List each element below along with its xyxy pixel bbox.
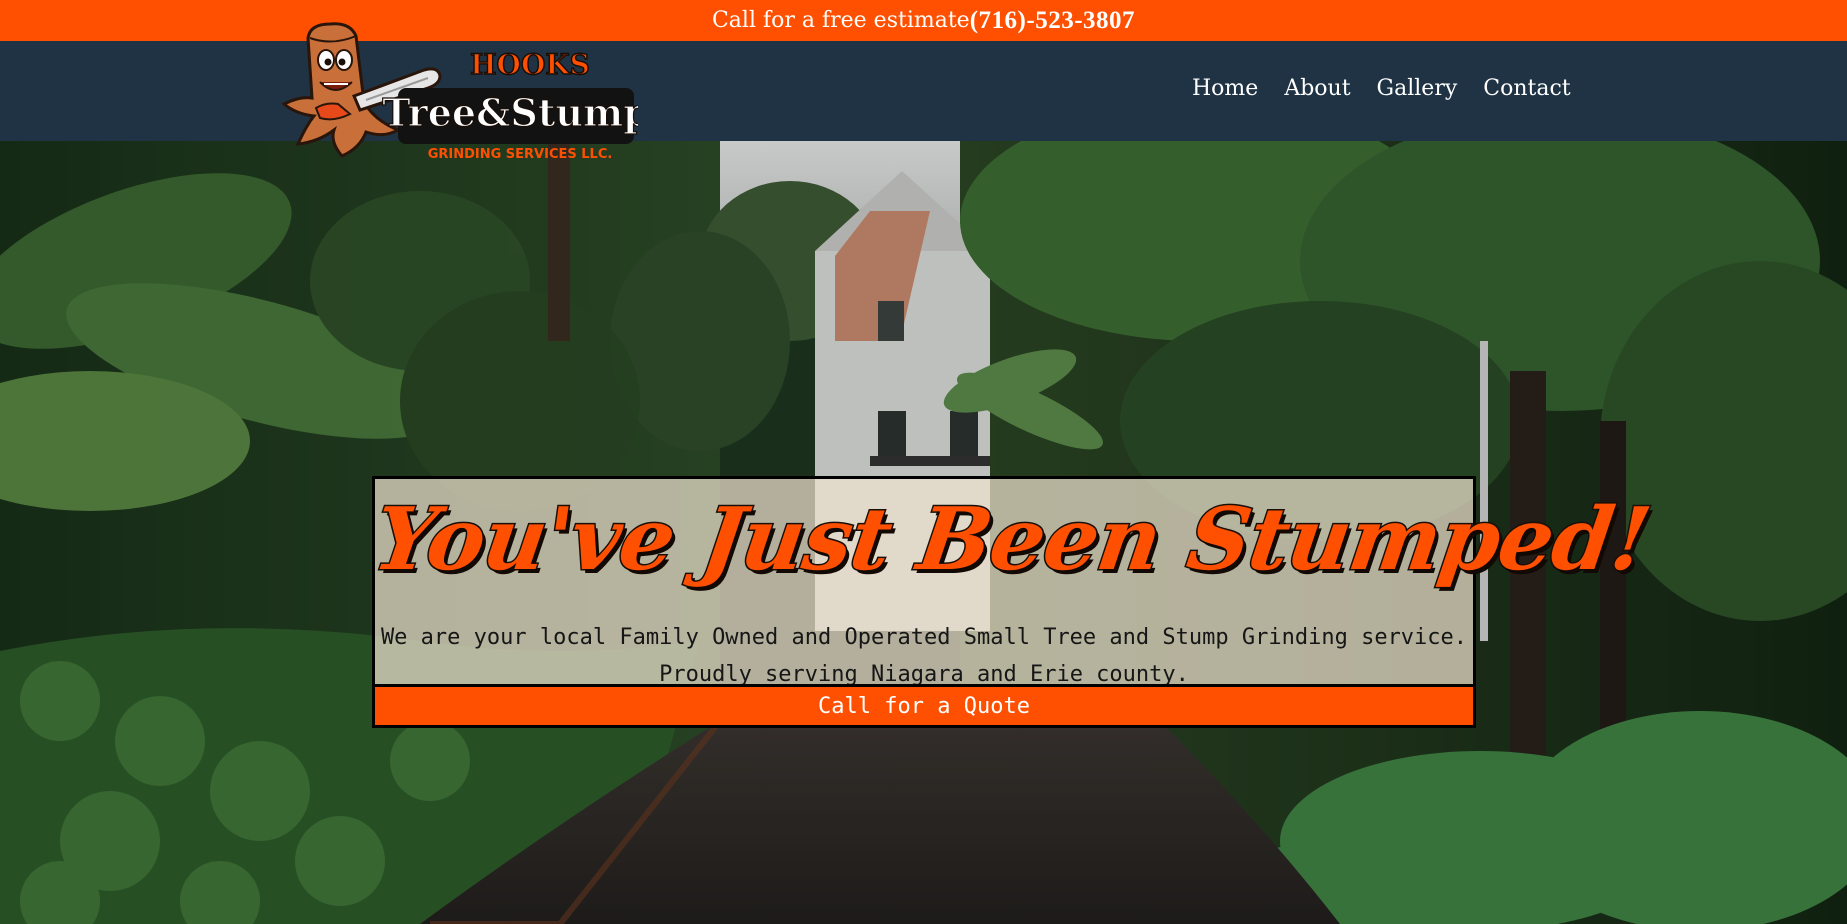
phone-link[interactable]: (716)-523-3807 [970,7,1135,35]
nav-home[interactable]: Home [1192,76,1258,101]
logo-wordmark: HOOKS Tree&Stump GRINDING SERVICES LLC. [382,47,651,162]
hero-headline: You've Just Been Stumped! [366,488,1657,592]
call-for-quote-button[interactable]: Call for a Quote [375,684,1473,725]
logo-graphic: HOOKS Tree&Stump GRINDING SERVICES LLC. [281,22,651,162]
nav-contact[interactable]: Contact [1483,76,1570,101]
logo-main-word: Tree&Stump [382,90,638,135]
hero-description: We are your local Family Owned and Opera… [375,619,1473,693]
logo-sub-word: GRINDING SERVICES LLC. [428,147,613,162]
estimate-text: Call for a free estimate [711,8,970,33]
nav-about[interactable]: About [1284,76,1350,101]
nav-gallery[interactable]: Gallery [1377,76,1458,101]
main-nav: Home About Gallery Contact [1192,76,1571,101]
page: Call for a free estimate (716)-523-3807 … [0,0,1847,924]
hero-card: You've Just Been Stumped! We are your lo… [366,476,1657,728]
site-logo[interactable]: HOOKS Tree&Stump GRINDING SERVICES LLC. [278,18,651,170]
logo-top-word: HOOKS [470,48,590,81]
hero-description-line-1: We are your local Family Owned and Opera… [380,625,1468,650]
